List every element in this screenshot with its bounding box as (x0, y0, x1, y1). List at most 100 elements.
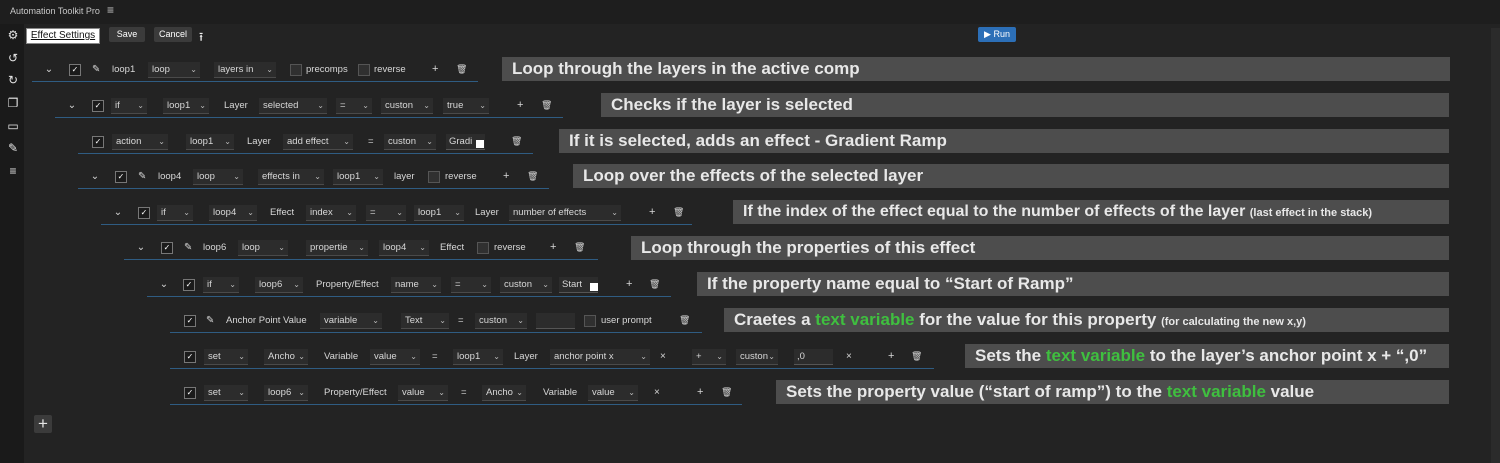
cancel-button[interactable]: Cancel (154, 27, 192, 42)
trash-icon[interactable]: 🗑 (456, 62, 467, 77)
add-icon[interactable]: + (626, 277, 632, 292)
add-icon[interactable]: + (649, 205, 655, 220)
enable-checkbox[interactable]: ✓ (92, 100, 104, 112)
user-prompt-checkbox[interactable] (584, 315, 596, 327)
compare-source-select[interactable]: loop1 ⌄ (414, 205, 464, 221)
enable-checkbox[interactable]: ✓ (69, 64, 81, 76)
undo-icon[interactable]: ↺ (6, 51, 20, 65)
source-select[interactable]: loop4 ⌄ (379, 240, 429, 256)
source-select[interactable]: loop6 ⌄ (255, 277, 303, 293)
add-icon[interactable]: + (550, 240, 556, 255)
operator-select[interactable]: = ⌄ (336, 98, 372, 114)
enable-checkbox[interactable]: ✓ (184, 387, 196, 399)
pencil-icon[interactable]: ✎ (92, 62, 100, 77)
enable-checkbox[interactable]: ✓ (183, 279, 195, 291)
source-select[interactable]: loop1 ⌄ (333, 169, 383, 185)
precomps-checkbox[interactable] (290, 64, 302, 76)
action-select[interactable]: add effect ⌄ (283, 134, 353, 150)
compare-property-select[interactable]: number of effects ⌄ (509, 205, 621, 221)
value-select[interactable]: true ⌄ (443, 98, 489, 114)
trash-icon[interactable]: 🗑 (527, 169, 538, 184)
step-type-select[interactable]: action ⌄ (112, 134, 168, 150)
add-list-icon[interactable]: ≡ (6, 164, 20, 178)
enable-checkbox[interactable]: ✓ (115, 171, 127, 183)
math-operator-select[interactable]: + ⌄ (692, 349, 726, 365)
pencil-icon[interactable]: ✎ (184, 240, 192, 255)
gear-icon[interactable]: ⚙ (6, 28, 20, 42)
brush-icon[interactable]: ✎ (6, 141, 20, 155)
compare-property-select[interactable]: anchor point x ⌄ (550, 349, 650, 365)
step-type-select[interactable]: loop ⌄ (193, 169, 243, 185)
trash-icon[interactable]: 🗑 (649, 277, 660, 292)
color-swatch[interactable] (476, 140, 484, 148)
source-select[interactable]: loop6 ⌄ (264, 385, 308, 401)
compare-source-select[interactable]: custon ⌄ (381, 98, 433, 114)
step-name[interactable]: Anchor Point Value (226, 313, 307, 328)
append-source-select[interactable]: custon ⌄ (736, 349, 778, 365)
compare-source-select[interactable]: custon ⌄ (384, 134, 436, 150)
run-button[interactable]: ▶ Run (978, 27, 1016, 42)
property-select[interactable]: index ⌄ (306, 205, 356, 221)
add-icon[interactable]: + (517, 98, 523, 113)
step-type-select[interactable]: if ⌄ (157, 205, 193, 221)
operator-select[interactable]: = ⌄ (366, 205, 406, 221)
loop-target-select[interactable]: propertie ⌄ (306, 240, 368, 256)
loop-target-select[interactable]: effects in ⌄ (258, 169, 324, 185)
reverse-checkbox[interactable] (428, 171, 440, 183)
trash-icon[interactable]: 🗑 (673, 205, 684, 220)
tab-effect-settings[interactable]: Effect Settings (26, 28, 100, 44)
enable-checkbox[interactable]: ✓ (138, 207, 150, 219)
enable-checkbox[interactable]: ✓ (184, 315, 196, 327)
trash-icon[interactable]: 🗑 (511, 134, 522, 149)
chevron-down-icon[interactable]: ⌄ (136, 240, 146, 255)
remove-icon[interactable]: × (654, 385, 660, 400)
add-icon[interactable]: + (697, 385, 703, 400)
color-swatch[interactable] (590, 283, 598, 291)
trash-icon[interactable]: 🗑 (541, 98, 552, 113)
step-name[interactable]: loop1 (112, 62, 135, 77)
chevron-down-icon[interactable]: ⌄ (44, 62, 54, 77)
step-type-select[interactable]: if ⌄ (111, 98, 147, 114)
hamburger-icon[interactable]: ≡ (107, 3, 114, 17)
upload-icon[interactable]: ⭱ (199, 28, 203, 49)
variable-property-select[interactable]: value ⌄ (588, 385, 638, 401)
step-type-select[interactable]: loop ⌄ (148, 62, 200, 78)
source-select[interactable]: loop1 ⌄ (186, 134, 234, 150)
loop-target-select[interactable]: layers in ⌄ (214, 62, 276, 78)
variable-select[interactable]: Ancho ⌄ (264, 349, 308, 365)
reverse-checkbox[interactable] (358, 64, 370, 76)
property-select[interactable]: name ⌄ (391, 277, 441, 293)
operator-select[interactable]: = ⌄ (451, 277, 491, 293)
enable-checkbox[interactable]: ✓ (184, 351, 196, 363)
step-type-select[interactable]: variable ⌄ (320, 313, 382, 329)
trash-icon[interactable]: 🗑 (911, 349, 922, 364)
step-type-select[interactable]: if ⌄ (203, 277, 239, 293)
compare-source-select[interactable]: custon ⌄ (500, 277, 552, 293)
add-step-button[interactable]: + (34, 415, 52, 433)
chevron-down-icon[interactable]: ⌄ (113, 205, 123, 220)
property-select[interactable]: value ⌄ (370, 349, 420, 365)
source-select[interactable]: loop1 ⌄ (163, 98, 209, 114)
chevron-down-icon[interactable]: ⌄ (90, 169, 100, 184)
reverse-checkbox[interactable] (477, 242, 489, 254)
clipboard-icon[interactable]: ▭ (6, 119, 20, 133)
trash-icon[interactable]: 🗑 (721, 385, 732, 400)
remove-icon[interactable]: × (660, 349, 666, 364)
enable-checkbox[interactable]: ✓ (92, 136, 104, 148)
step-type-select[interactable]: set ⌄ (204, 349, 248, 365)
step-name[interactable]: loop6 (203, 240, 226, 255)
variable-type-select[interactable]: Text ⌄ (401, 313, 449, 329)
step-type-select[interactable]: loop ⌄ (238, 240, 288, 256)
trash-icon[interactable]: 🗑 (679, 313, 690, 328)
add-icon[interactable]: + (888, 349, 894, 364)
variable-select[interactable]: Ancho ⌄ (482, 385, 526, 401)
append-value-field[interactable]: ,0 (794, 349, 833, 365)
chevron-down-icon[interactable]: ⌄ (159, 277, 169, 292)
add-icon[interactable]: + (503, 169, 509, 184)
save-button[interactable]: Save (109, 27, 145, 42)
remove-icon[interactable]: × (846, 349, 852, 364)
source-select[interactable]: loop4 ⌄ (209, 205, 257, 221)
redo-icon[interactable]: ↻ (6, 73, 20, 87)
step-type-select[interactable]: set ⌄ (204, 385, 248, 401)
property-select[interactable]: selected ⌄ (259, 98, 327, 114)
